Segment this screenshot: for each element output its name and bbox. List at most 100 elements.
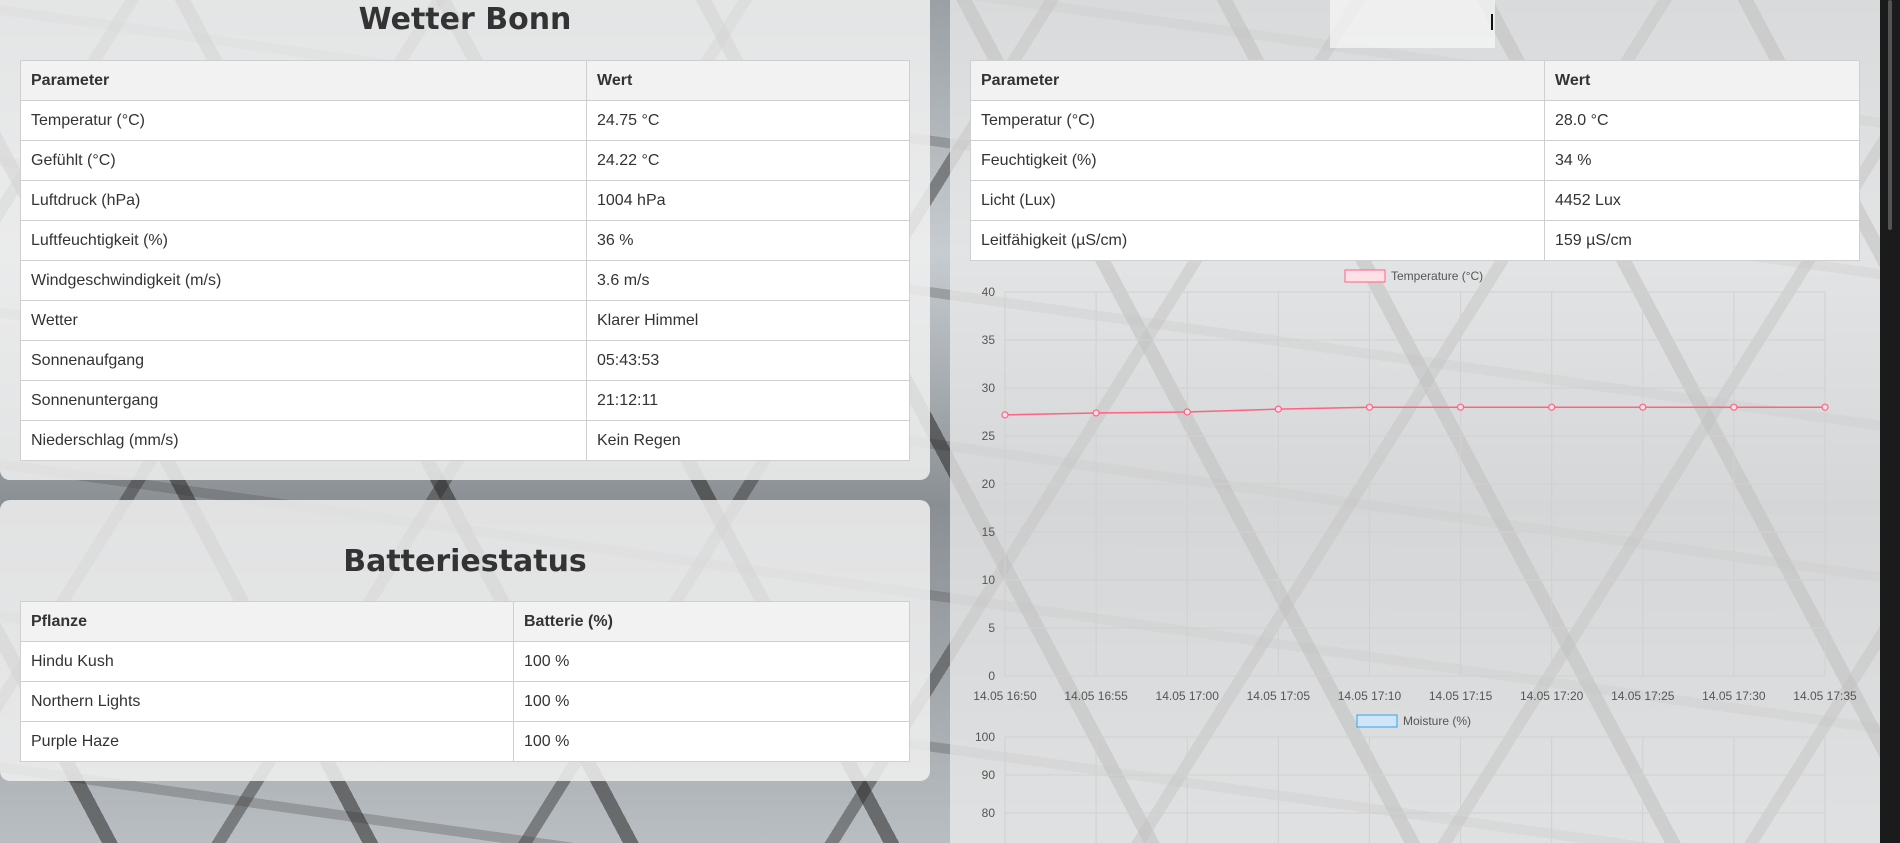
battery-title: Batteriestatus: [343, 544, 587, 579]
row-value: 4452 Lux: [1544, 180, 1860, 221]
column-header-value: Wert: [586, 60, 910, 101]
plant-name: Hindu Kush: [20, 641, 514, 682]
legend-label: Temperature (°C): [1391, 269, 1483, 283]
table-row: Sonnenaufgang 05:43:53: [20, 340, 910, 381]
y-tick-label: 35: [982, 333, 996, 347]
x-tick-label: 14.05 17:10: [1338, 689, 1402, 703]
battery-value: 100 %: [513, 641, 910, 682]
row-value: 34 %: [1544, 140, 1860, 181]
table-row: Licht (Lux) 4452 Lux: [970, 180, 1860, 221]
x-tick-label: 14.05 17:25: [1611, 689, 1675, 703]
row-label: Wetter: [20, 300, 587, 341]
row-value: 28.0 °C: [1544, 100, 1860, 141]
row-value: 1004 hPa: [586, 180, 910, 221]
temperature-data-point: [1092, 409, 1100, 417]
row-label: Luftdruck (hPa): [20, 180, 587, 221]
row-label: Temperatur (°C): [970, 100, 1545, 141]
row-label: Feuchtigkeit (%): [970, 140, 1545, 181]
row-value: 3.6 m/s: [586, 260, 910, 301]
row-value: 159 µS/cm: [1544, 220, 1860, 261]
column-header-battery: Batterie (%): [513, 601, 910, 642]
temperature-data-point: [1730, 403, 1738, 411]
scrollbar[interactable]: [1880, 0, 1900, 843]
legend-swatch: [1356, 714, 1398, 728]
x-tick-label: 14.05 17:05: [1247, 689, 1311, 703]
y-tick-label: 90: [982, 768, 996, 782]
row-label: Niederschlag (mm/s): [20, 420, 587, 461]
legend-label: Moisture (%): [1403, 714, 1471, 728]
weather-title: Wetter Bonn: [358, 2, 572, 37]
x-tick-label: 14.05 17:15: [1429, 689, 1493, 703]
temperature-series-line: [1004, 406, 1825, 416]
y-tick-label: 25: [982, 429, 996, 443]
battery-panel: Batteriestatus Pflanze Batterie (%) Hind…: [0, 500, 930, 781]
row-label: Luftfeuchtigkeit (%): [20, 220, 587, 261]
row-value: 24.22 °C: [586, 140, 910, 181]
table-row: Windgeschwindigkeit (m/s) 3.6 m/s: [20, 260, 910, 301]
temperature-data-point: [1456, 403, 1465, 411]
y-tick-label: 100: [975, 730, 995, 744]
x-tick-label: 14.05 17:00: [1156, 689, 1220, 703]
temperature-data-point: [1183, 408, 1191, 416]
x-tick-label: 14.05 17:20: [1520, 689, 1584, 703]
row-label: Windgeschwindigkeit (m/s): [20, 260, 587, 301]
x-tick-label: 14.05 16:50: [973, 689, 1037, 703]
x-tick-label: 14.05 16:55: [1064, 689, 1128, 703]
column-header-parameter: Parameter: [20, 60, 587, 101]
table-row: Temperatur (°C) 24.75 °C: [20, 100, 910, 141]
weather-table: Parameter Wert Temperatur (°C) 24.75 °C G…: [20, 60, 910, 461]
temperature-data-point: [1548, 403, 1556, 411]
y-tick-label: 80: [982, 806, 996, 820]
y-tick-label: 15: [982, 525, 996, 539]
plant-table: Parameter Wert Temperatur (°C) 28.0 °C Fe…: [970, 60, 1860, 261]
column-header-value: Wert: [1544, 60, 1860, 101]
row-label: Temperatur (°C): [20, 100, 587, 141]
y-tick-label: 30: [982, 381, 996, 395]
table-row: Sonnenuntergang 21:12:11: [20, 380, 910, 421]
battery-table: Pflanze Batterie (%) Hindu Kush 100 % Nor…: [20, 601, 910, 762]
table-row: Feuchtigkeit (%) 34 %: [970, 140, 1860, 181]
table-header-row: Parameter Wert: [20, 60, 910, 101]
row-value: Klarer Himmel: [586, 300, 910, 341]
column-header-parameter: Parameter: [970, 60, 1545, 101]
plant-title-box: [1330, 0, 1495, 48]
y-tick-label: 20: [982, 477, 996, 491]
row-label: Licht (Lux): [970, 180, 1545, 221]
chart-legend: Temperature (°C): [1344, 269, 1483, 283]
text-cursor: [1491, 14, 1493, 30]
legend-swatch: [1344, 269, 1386, 283]
y-tick-label: 10: [982, 573, 996, 587]
table-row: Wetter Klarer Himmel: [20, 300, 910, 341]
y-tick-label: 0: [988, 669, 995, 683]
table-row: Northern Lights 100 %: [20, 681, 910, 722]
temperature-data-point: [1639, 403, 1647, 411]
table-row: Leitfähigkeit (µS/cm) 159 µS/cm: [970, 220, 1860, 261]
table-header-row: Pflanze Batterie (%): [20, 601, 910, 642]
table-row: Gefühlt (°C) 24.22 °C: [20, 140, 910, 181]
x-tick-label: 14.05 17:30: [1702, 689, 1766, 703]
column-header-plant: Pflanze: [20, 601, 514, 642]
battery-value: 100 %: [513, 681, 910, 722]
scrollbar-thumb[interactable]: [1888, 0, 1892, 230]
temperature-data-point: [1274, 405, 1282, 413]
table-row: Temperatur (°C) 28.0 °C: [970, 100, 1860, 141]
table-header-row: Parameter Wert: [970, 60, 1860, 101]
table-row: Luftdruck (hPa) 1004 hPa: [20, 180, 910, 221]
row-label: Gefühlt (°C): [20, 140, 587, 181]
row-value: Kein Regen: [586, 420, 910, 461]
y-tick-label: 40: [982, 285, 996, 299]
row-value: 21:12:11: [586, 380, 910, 421]
chart-legend: Moisture (%): [1356, 714, 1471, 728]
row-value: 36 %: [586, 220, 910, 261]
x-tick-label: 14.05 17:35: [1793, 689, 1857, 703]
y-tick-label: 5: [988, 621, 995, 635]
table-row: Hindu Kush 100 %: [20, 641, 910, 682]
row-label: Leitfähigkeit (µS/cm): [970, 220, 1545, 261]
row-value: 05:43:53: [586, 340, 910, 381]
temperature-data-point: [1001, 411, 1009, 419]
plant-panel: Parameter Wert Temperatur (°C) 28.0 °C Fe…: [950, 0, 1880, 843]
battery-value: 100 %: [513, 721, 910, 762]
table-row: Niederschlag (mm/s) Kein Regen: [20, 420, 910, 461]
row-label: Sonnenaufgang: [20, 340, 587, 381]
temperature-data-point: [1821, 403, 1829, 411]
